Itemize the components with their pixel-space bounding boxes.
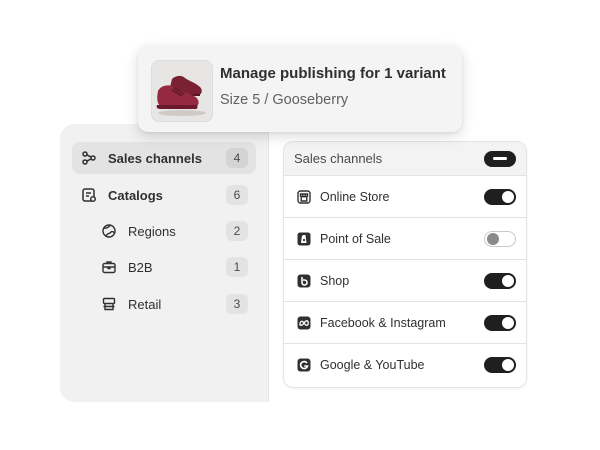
channel-row-point-of-sale: Point of Sale	[284, 218, 526, 260]
sales-channels-header: Sales channels	[284, 142, 526, 176]
channel-label: Online Store	[320, 189, 390, 204]
variant-publishing-card: Manage publishing for 1 variant Size 5 /…	[138, 46, 462, 132]
sales-channels-title: Sales channels	[294, 151, 383, 166]
sidebar-item-catalogs[interactable]: Catalogs 6	[72, 179, 256, 211]
channel-label: Facebook & Instagram	[320, 315, 446, 330]
count-badge: 2	[226, 221, 248, 241]
point-of-sale-icon	[296, 231, 312, 247]
variant-name: Size 5 / Gooseberry	[220, 92, 349, 108]
variant-publishing-title: Manage publishing for 1 variant	[220, 65, 446, 82]
channel-label: Shop	[320, 273, 350, 288]
catalog-sidebar: Sales channels 4 Catalogs 6 Regions 2 B2…	[60, 124, 269, 402]
meta-icon	[296, 315, 312, 331]
count-badge: 3	[226, 294, 248, 314]
shop-icon	[296, 273, 312, 289]
globe-icon	[100, 222, 118, 240]
shop-toggle[interactable]	[484, 272, 516, 289]
sidebar-item-label: Retail	[128, 296, 162, 312]
channel-row-google-youtube: Google & YouTube	[284, 344, 526, 386]
online-store-toggle[interactable]	[484, 188, 516, 205]
sidebar-item-b2b[interactable]: B2B 1	[72, 251, 256, 283]
point-of-sale-toggle[interactable]	[484, 230, 516, 247]
sidebar-item-label: Catalogs	[108, 187, 163, 203]
sales-channels-icon	[80, 149, 98, 167]
sidebar-item-label: Sales channels	[108, 150, 202, 166]
sidebar-item-sales-channels[interactable]: Sales channels 4	[72, 142, 256, 174]
google-icon	[296, 357, 312, 373]
count-badge: 1	[226, 257, 248, 277]
sidebar-item-retail[interactable]: Retail 3	[72, 288, 256, 320]
sidebar-item-label: Regions	[128, 223, 176, 239]
count-badge: 4	[226, 148, 248, 168]
online-store-icon	[296, 189, 312, 205]
channel-row-online-store: Online Store	[284, 176, 526, 218]
google-youtube-toggle[interactable]	[484, 357, 516, 373]
sidebar-item-label: B2B	[128, 259, 153, 275]
sidebar-item-regions[interactable]: Regions 2	[72, 215, 256, 247]
channel-label: Point of Sale	[320, 231, 391, 246]
shoe-thumbnail	[151, 60, 213, 122]
catalogs-icon	[80, 186, 98, 204]
facebook-instagram-toggle[interactable]	[484, 314, 516, 331]
channel-row-facebook-instagram: Facebook & Instagram	[284, 302, 526, 344]
sales-channels-card: Sales channels Online Store Point of Sal…	[283, 141, 527, 388]
count-badge: 6	[226, 185, 248, 205]
channel-row-shop: Shop	[284, 260, 526, 302]
select-all-toggle[interactable]	[484, 150, 516, 167]
channel-label: Google & YouTube	[320, 358, 425, 372]
briefcase-icon	[100, 258, 118, 276]
retail-icon	[100, 295, 118, 313]
